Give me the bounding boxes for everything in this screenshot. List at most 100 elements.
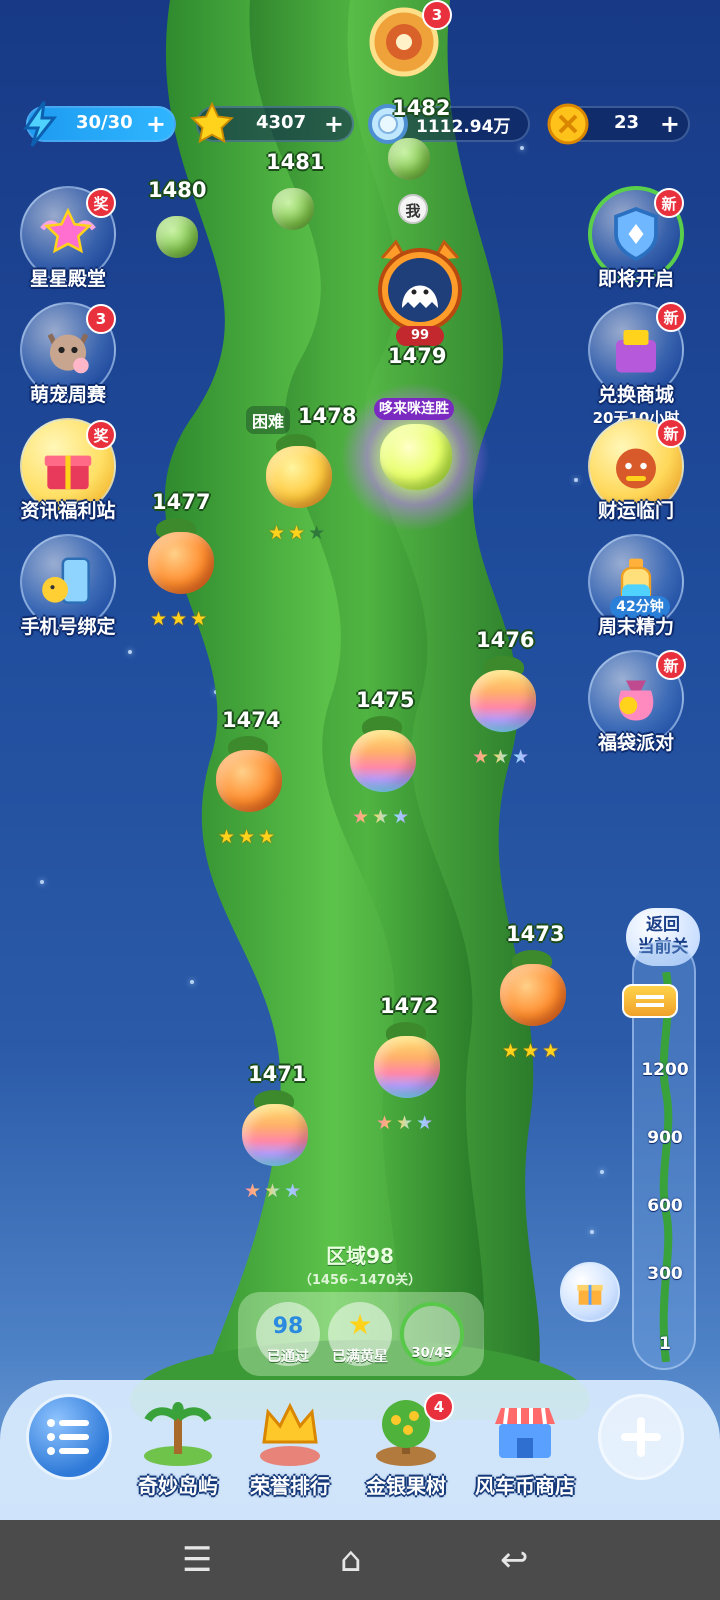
- level-node-1478[interactable]: [266, 446, 332, 508]
- lucky-bag-icon: [618, 680, 654, 721]
- side-label: 萌宠周赛: [29, 384, 106, 406]
- difficulty-label: 困难: [246, 406, 291, 434]
- nav-badge: 4: [424, 1392, 454, 1422]
- thumb-grip-icon: [636, 995, 664, 999]
- area-title: 区域98: [326, 1244, 394, 1268]
- ghost-cat-avatar-icon: [378, 239, 462, 332]
- lightning-icon: [18, 100, 62, 148]
- player-marker: 我: [398, 194, 428, 224]
- return-label-1: 返回: [646, 915, 680, 935]
- nav-windmill-shop[interactable]: 风车币商店: [460, 1398, 590, 1499]
- side-button-weekend-energy[interactable]: 42分钟 周末精力: [580, 534, 692, 639]
- side-button-exchange-shop[interactable]: 新 兑换商城 20天10小时: [580, 302, 692, 428]
- area-fullstar-label: 已满黄星: [332, 1349, 388, 1365]
- slider-tick: 1200: [641, 1060, 689, 1080]
- star-icon: [188, 100, 236, 148]
- player-level-badge: 99: [396, 326, 444, 346]
- nav-label: 金银果树: [366, 1474, 446, 1498]
- level-node-1480[interactable]: [156, 216, 198, 258]
- level-number: 1481: [266, 150, 325, 174]
- level-stars: ★★★: [268, 522, 329, 544]
- side-badge: 新: [656, 418, 686, 448]
- side-button-lucky-bag[interactable]: 新 福袋派对: [580, 650, 692, 755]
- side-button-pet-weekly[interactable]: 3 萌宠周赛: [12, 302, 124, 407]
- level-node-1475[interactable]: [350, 730, 416, 792]
- expand-plus-button[interactable]: [598, 1394, 684, 1480]
- energy-plus-button[interactable]: +: [146, 110, 166, 138]
- level-node-1473[interactable]: [500, 964, 566, 1026]
- side-button-phone-bind[interactable]: 手机号绑定: [12, 534, 124, 639]
- level-number: 1471: [248, 1062, 307, 1086]
- slider-thumb[interactable]: [622, 984, 678, 1018]
- area-passed-label: 已通过: [267, 1349, 309, 1365]
- level-node-1482[interactable]: [388, 138, 430, 180]
- side-badge: 奖: [86, 188, 116, 218]
- plus-icon: [621, 1417, 661, 1457]
- side-badge: 3: [86, 304, 116, 334]
- slider-tick: 600: [647, 1196, 683, 1216]
- event-label: 哆来咪连胜: [374, 398, 454, 420]
- level-number: 1476: [476, 628, 535, 652]
- player-avatar[interactable]: [372, 238, 468, 338]
- level-node-1471[interactable]: [242, 1104, 308, 1166]
- nav-label: 奇妙岛屿: [138, 1474, 218, 1498]
- level-number: 1478: [298, 404, 357, 428]
- level-number: 1472: [380, 994, 439, 1018]
- side-badge: 新: [654, 188, 684, 218]
- side-button-coming-soon[interactable]: 新 即将开启: [580, 186, 692, 291]
- sparkle: [600, 1170, 604, 1174]
- level-node-1479[interactable]: [380, 424, 452, 490]
- level-node-1474[interactable]: [216, 750, 282, 812]
- list-menu-icon: [47, 1419, 89, 1455]
- phone-chick-icon: [42, 557, 90, 604]
- energy-value: 30/30: [76, 112, 133, 133]
- area-range: （1456~1470关）: [298, 1273, 422, 1288]
- slider-vine: [659, 972, 673, 1362]
- coins-plus-button[interactable]: +: [660, 110, 680, 138]
- slider-tick: 300: [647, 1264, 683, 1284]
- area-passed-value: 98: [272, 1314, 304, 1339]
- system-navigation-bar: ☰ ⌂ ↩: [0, 1520, 720, 1600]
- back-icon[interactable]: ↩: [500, 1540, 529, 1580]
- side-label: 财运临门: [597, 500, 674, 522]
- level-number: 1479: [388, 344, 447, 368]
- shop-bag-icon: [616, 330, 656, 373]
- recent-apps-icon[interactable]: ☰: [182, 1540, 212, 1580]
- level-node-1477[interactable]: [148, 532, 214, 594]
- home-icon[interactable]: ⌂: [340, 1540, 362, 1580]
- level-stars: ★★★: [472, 746, 533, 768]
- nav-ranking[interactable]: 荣誉排行: [230, 1398, 350, 1499]
- slider-tick: 900: [647, 1128, 683, 1148]
- coin-icon: [544, 100, 592, 148]
- level-number: 1473: [506, 922, 565, 946]
- side-label: 周末精力: [597, 616, 674, 638]
- coins-value: 23: [614, 112, 640, 133]
- sparkle: [40, 880, 44, 884]
- stars-plus-button[interactable]: +: [324, 110, 344, 138]
- level-node-1472[interactable]: [374, 1036, 440, 1098]
- nav-fruit-tree[interactable]: 4 金银果树: [346, 1392, 466, 1499]
- menu-button[interactable]: [26, 1394, 112, 1480]
- level-node-1481[interactable]: [272, 188, 314, 230]
- level-number: 1474: [222, 708, 281, 732]
- side-button-fortune[interactable]: 新 财运临门: [580, 418, 692, 523]
- level-number: 1480: [148, 178, 207, 202]
- event-wheel-button[interactable]: 3: [366, 0, 452, 80]
- sparkle: [590, 1230, 594, 1234]
- side-label: 资讯福利站: [20, 500, 116, 522]
- side-badge: 新: [656, 302, 686, 332]
- side-button-star-hall[interactable]: 奖 星星殿堂: [12, 186, 124, 291]
- crown-icon: [260, 1402, 320, 1466]
- level-stars: ★★★: [244, 1180, 305, 1202]
- side-button-news-welfare[interactable]: 奖 资讯福利站: [12, 418, 124, 523]
- area-progress[interactable]: 30/45: [400, 1302, 464, 1366]
- side-label: 即将开启: [597, 268, 674, 290]
- area-header: 区域98 （1456~1470关）: [240, 1240, 480, 1288]
- gift-icon: [577, 1284, 603, 1305]
- level-node-1476[interactable]: [470, 670, 536, 732]
- gift-bubble-button[interactable]: [560, 1262, 620, 1322]
- shop-stall-icon: [495, 1407, 555, 1458]
- lion-dance-icon: [616, 448, 656, 489]
- side-label: 手机号绑定: [20, 616, 116, 638]
- nav-island[interactable]: 奇妙岛屿: [118, 1398, 238, 1499]
